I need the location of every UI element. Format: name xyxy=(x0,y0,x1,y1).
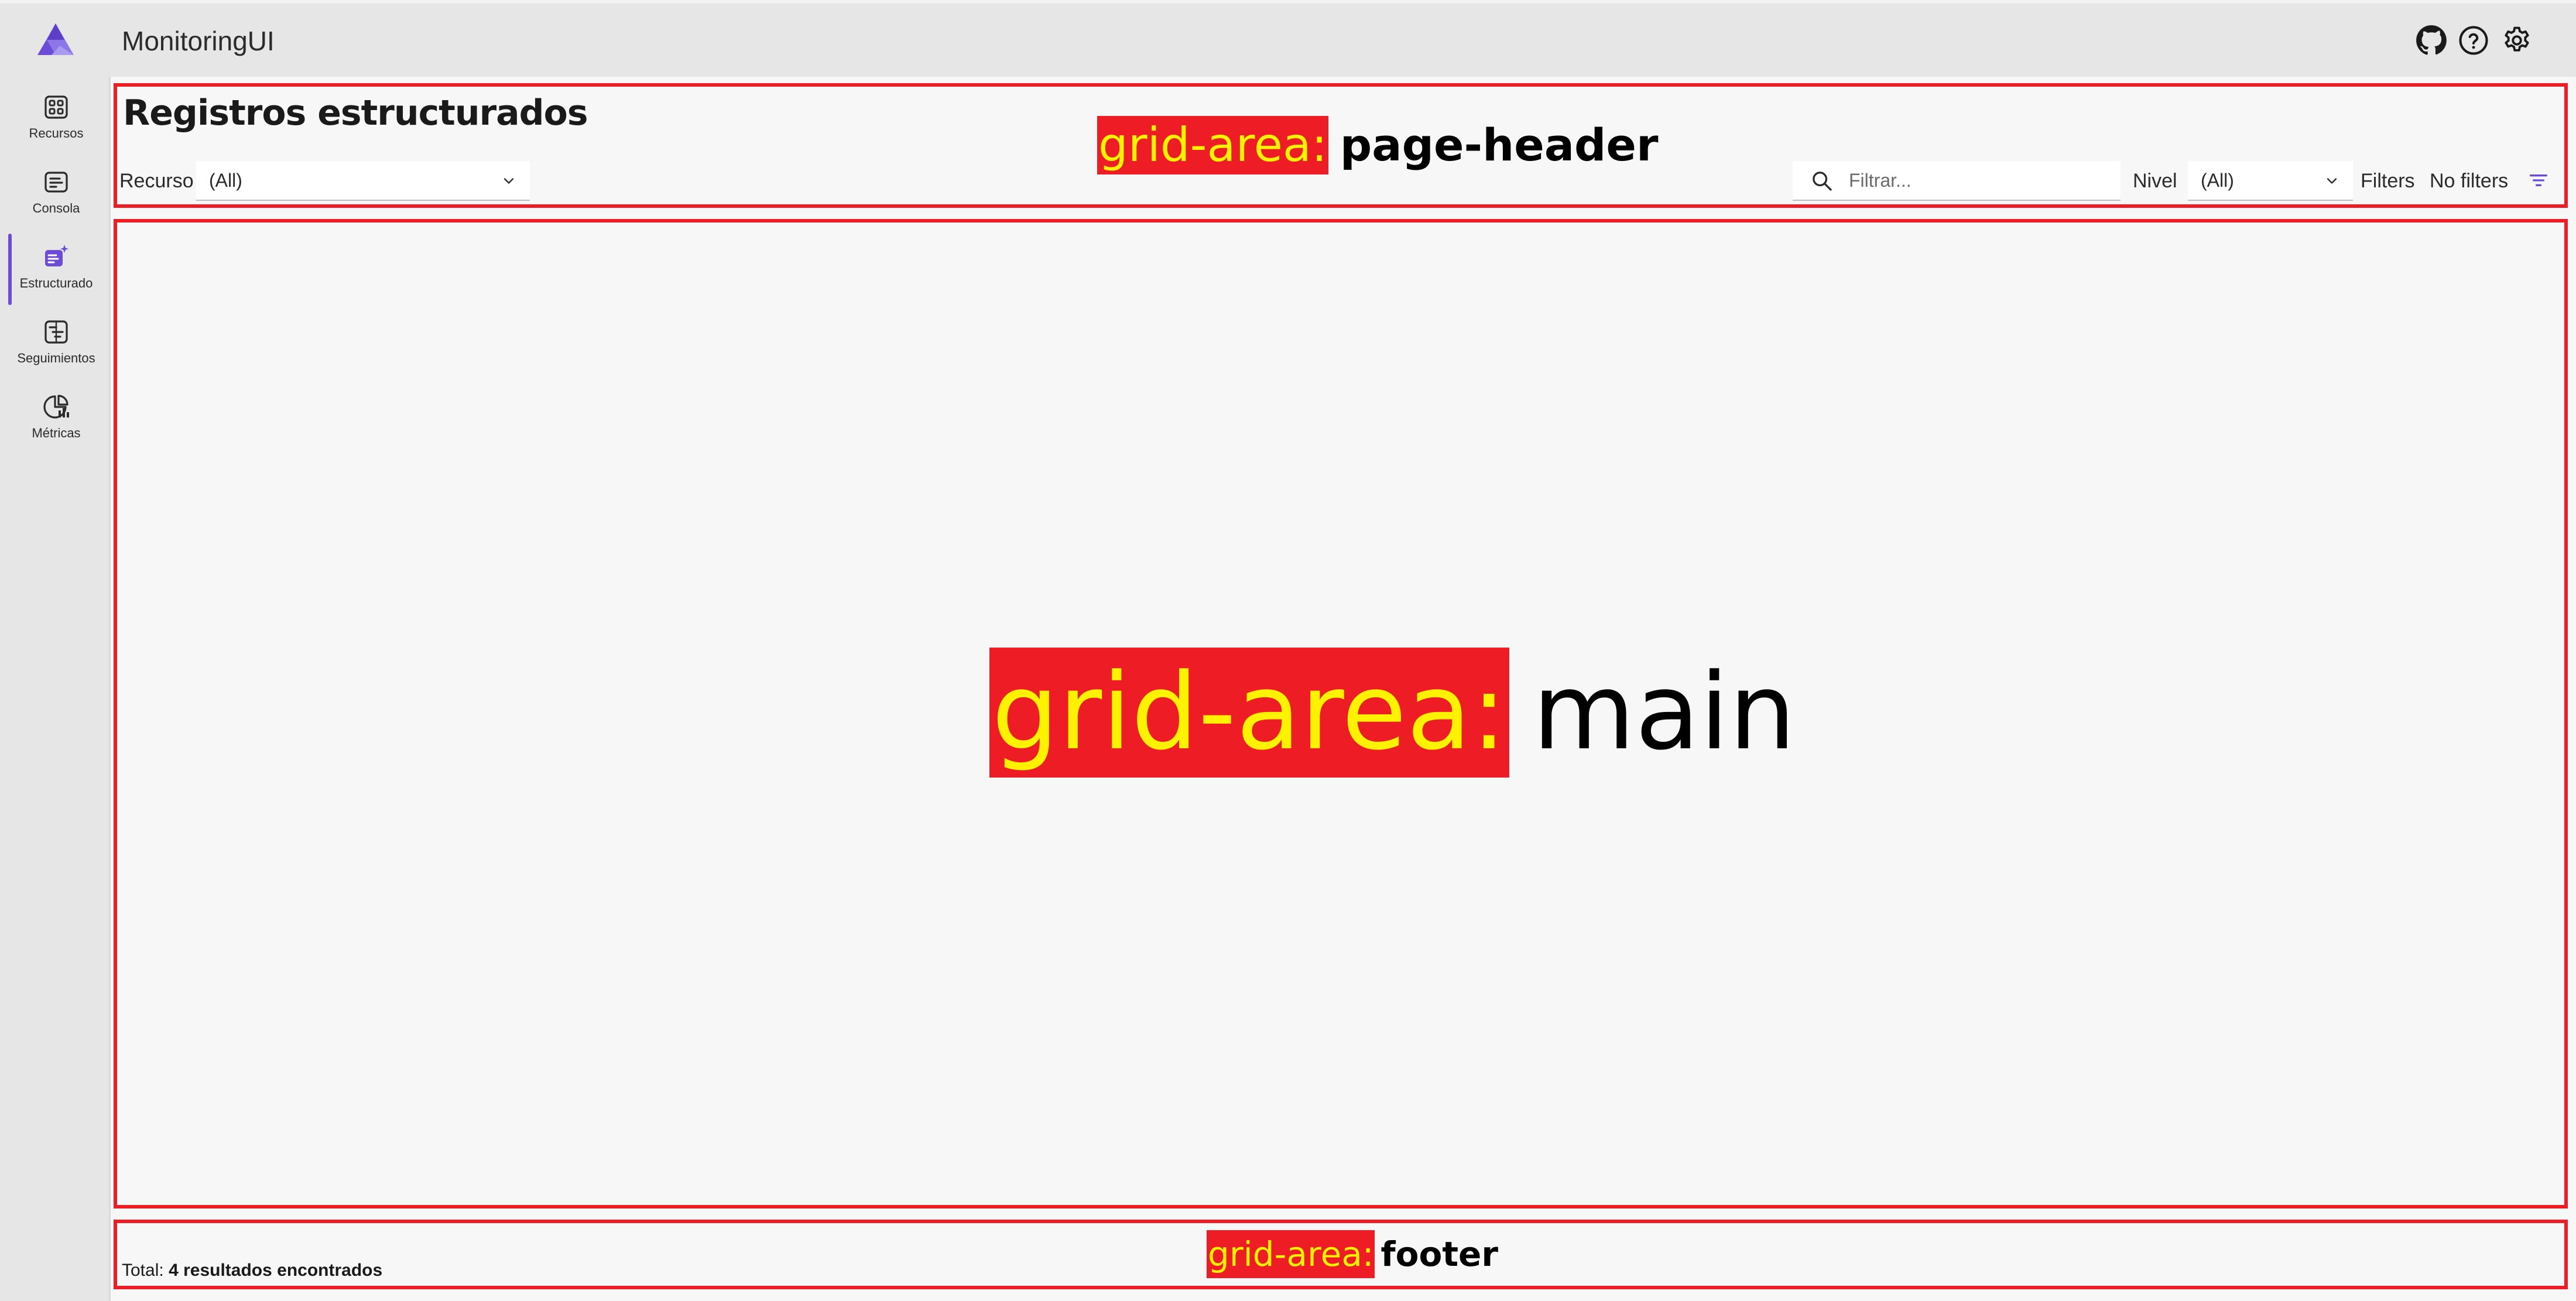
traces-icon xyxy=(44,320,68,344)
sidebar-item-label: Consola xyxy=(32,201,80,215)
metrics-icon xyxy=(43,395,69,419)
sidebar-item-label: Seguimientos xyxy=(17,351,95,365)
grid-area-value: page-header xyxy=(1340,119,1659,171)
sidebar-item-label: Estructurado xyxy=(19,276,93,290)
sidebar-item-console[interactable]: Consola xyxy=(8,156,104,228)
sidebar-item-metrics[interactable]: Métricas xyxy=(8,381,104,453)
github-icon[interactable] xyxy=(2416,25,2447,56)
grid-area-value: main xyxy=(1532,651,1796,773)
sidebar-item-resources[interactable]: Recursos xyxy=(8,81,104,153)
sidebar-item-structured[interactable]: Estructurado xyxy=(8,231,104,305)
grid-area-key: grid-area: xyxy=(1097,116,1328,174)
app-title[interactable]: MonitoringUI xyxy=(122,25,275,57)
console-icon xyxy=(44,172,68,193)
sidebar-item-label: Recursos xyxy=(29,126,84,141)
top-bar-edge xyxy=(0,0,2576,4)
page-header-area-label: grid-area: page-header xyxy=(1097,116,1658,174)
structured-icon xyxy=(45,245,68,266)
top-bar: MonitoringUI xyxy=(0,0,2576,77)
sidebar-item-label: Métricas xyxy=(32,426,81,440)
sidebar: Recursos Consola Estructurado Seguimient… xyxy=(0,77,109,1301)
grid-area-key: grid-area: xyxy=(1207,1230,1375,1278)
grid-area-value: footer xyxy=(1381,1234,1498,1274)
resources-icon xyxy=(44,95,68,119)
footer-area-label: grid-area: footer xyxy=(1207,1230,1498,1278)
sidebar-item-traces[interactable]: Seguimientos xyxy=(8,306,104,378)
footer-total: Total: 4 resultados encontrados xyxy=(122,1261,382,1281)
grid-area-key: grid-area: xyxy=(989,648,1509,778)
app-logo-icon[interactable] xyxy=(36,22,75,56)
footer-total-prefix: Total: xyxy=(122,1261,164,1280)
settings-icon[interactable] xyxy=(2501,25,2533,56)
main-area-label: grid-area: main xyxy=(989,648,1796,778)
footer-total-value: 4 resultados encontrados xyxy=(169,1261,383,1280)
help-icon[interactable] xyxy=(2458,25,2489,56)
